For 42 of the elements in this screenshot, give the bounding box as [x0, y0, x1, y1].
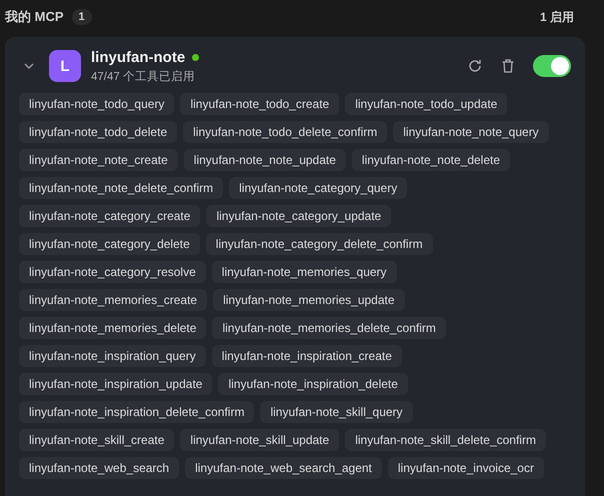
tool-tag: linyufan-note_category_create — [19, 205, 200, 227]
tool-tag: linyufan-note_inspiration_query — [19, 345, 206, 367]
tool-tag: linyufan-note_note_query — [393, 121, 549, 143]
tool-tag: linyufan-note_inspiration_update — [19, 373, 212, 395]
tool-tag: linyufan-note_skill_query — [260, 401, 413, 423]
server-name: linyufan-note — [91, 48, 186, 66]
trash-icon[interactable] — [500, 58, 516, 74]
tool-tag: linyufan-note_web_search — [19, 457, 180, 479]
enabled-count: 1 启用 — [540, 8, 574, 26]
tool-tag: linyufan-note_memories_update — [213, 289, 405, 311]
tool-tag: linyufan-note_category_resolve — [19, 261, 206, 283]
tool-tag: linyufan-note_note_delete_confirm — [19, 177, 224, 199]
tool-tag: linyufan-note_category_query — [229, 177, 408, 199]
tool-tag: linyufan-note_memories_create — [19, 289, 208, 311]
tool-tag: linyufan-note_category_delete — [19, 233, 200, 255]
tool-tag: linyufan-note_note_delete — [352, 149, 510, 171]
avatar: L — [49, 50, 81, 82]
tool-tag: linyufan-note_skill_update — [180, 429, 340, 451]
count-badge: 1 — [72, 9, 92, 25]
tool-tag: linyufan-note_memories_delete_confirm — [212, 317, 446, 339]
tool-tag: linyufan-note_inspiration_delete — [218, 373, 408, 395]
tool-tag: linyufan-note_skill_create — [19, 429, 174, 451]
tool-tag: linyufan-note_inspiration_create — [212, 345, 402, 367]
tool-tag: linyufan-note_web_search_agent — [185, 457, 382, 479]
tool-tag: linyufan-note_memories_query — [212, 261, 397, 283]
tool-tag: linyufan-note_invoice_ocr — [388, 457, 544, 479]
tool-tag: linyufan-note_category_delete_confirm — [206, 233, 433, 255]
section-title: 我的 MCP — [5, 8, 64, 26]
tool-tag: linyufan-note_todo_delete — [19, 121, 178, 143]
tool-tag: linyufan-note_todo_delete_confirm — [183, 121, 388, 143]
tool-tag: linyufan-note_todo_query — [19, 93, 174, 115]
enable-toggle[interactable] — [533, 55, 571, 77]
tool-count: 47/47 个工具已启用 — [91, 70, 196, 84]
tool-tag: linyufan-note_todo_create — [180, 93, 340, 115]
refresh-icon[interactable] — [467, 58, 483, 74]
tool-tag: linyufan-note_todo_update — [345, 93, 508, 115]
tool-tag: linyufan-note_category_update — [206, 205, 392, 227]
tool-tag: linyufan-note_skill_delete_confirm — [345, 429, 546, 451]
tool-tag: linyufan-note_note_create — [19, 149, 178, 171]
tool-tag: linyufan-note_note_update — [184, 149, 346, 171]
tool-tag: linyufan-note_memories_delete — [19, 317, 206, 339]
tool-tag: linyufan-note_inspiration_delete_confirm — [19, 401, 254, 423]
